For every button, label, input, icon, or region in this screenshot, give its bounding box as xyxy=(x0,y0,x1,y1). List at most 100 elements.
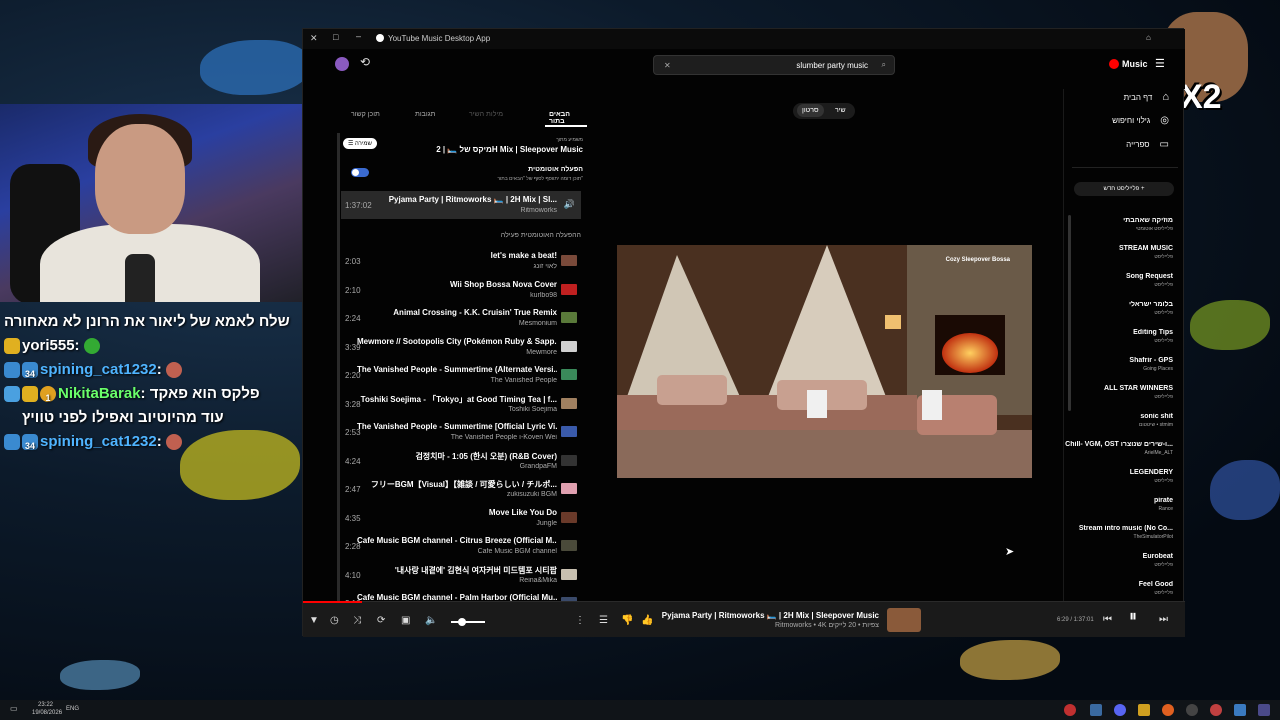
queue-item[interactable]: 2:47 フリーBGM【Visual】【雑談 / 可愛らしい / チルポ... zu… xyxy=(341,475,581,503)
queue-item[interactable]: 2:10 Wii Shop Bossa Nova Cover kurlbo98 xyxy=(341,276,581,304)
user-avatar[interactable] xyxy=(335,57,349,71)
tab-related[interactable]: תוכן קשור xyxy=(351,111,380,118)
pause-button[interactable]: ⏸ xyxy=(1129,609,1137,625)
playlist-subtitle: פלייליסט xyxy=(1154,338,1173,344)
menu-icon[interactable]: ☰ xyxy=(1155,57,1165,70)
chrome-icon[interactable] xyxy=(1210,704,1222,716)
sidebar-item-home[interactable]: דף הבית ⌂ xyxy=(1124,91,1169,103)
playlist-item[interactable]: ALL STAR WINNERS פלייליסט xyxy=(1063,385,1173,400)
queue-item-title: フリーBGM【Visual】【雑談 / 可愛らしい / チルポ... xyxy=(370,480,557,489)
background-fish xyxy=(1210,460,1280,520)
steam-icon[interactable] xyxy=(1090,704,1102,716)
background-fish xyxy=(60,660,140,690)
youtube-music-taskbar-icon[interactable] xyxy=(1064,704,1076,716)
queue-item[interactable]: 3:39 Mewmore // Sootopolis City (Pokémon … xyxy=(341,333,581,361)
webcam-feed xyxy=(0,104,307,302)
tab-up-next[interactable]: הבאים בתור xyxy=(549,111,587,125)
playlist-item[interactable]: Chill- VGM, OST ו-שירים שנוצרו... ArielMe… xyxy=(1063,441,1173,456)
language-indicator[interactable]: ENG xyxy=(66,706,79,712)
minimize-window-icon[interactable]: – xyxy=(356,31,361,41)
previous-track-icon[interactable]: ⏮ xyxy=(1103,614,1112,626)
autoplay-toggle[interactable] xyxy=(351,168,369,177)
playlist-item[interactable]: Stream intro music (No Co... TheSimulator… xyxy=(1063,525,1173,540)
window-title: YouTube Music Desktop App xyxy=(388,34,491,43)
dislike-icon[interactable]: 👎 xyxy=(621,615,633,627)
app-icon[interactable] xyxy=(1234,704,1246,716)
search-bar[interactable]: ✕ slumber party music ⌕ xyxy=(653,55,895,75)
song-toggle-button[interactable]: שיר xyxy=(835,107,846,114)
active-tab-indicator xyxy=(545,125,587,127)
now-playing-thumbnail[interactable] xyxy=(887,608,921,632)
playlist-item[interactable]: Editing Tips פלייליסט xyxy=(1063,329,1173,344)
playlist-title: Chill- VGM, OST ו-שירים שנוצרו... xyxy=(1065,441,1173,448)
video-toggle-button[interactable]: סרטון xyxy=(797,104,824,117)
playlist-item[interactable]: pirate Rance xyxy=(1063,497,1173,512)
queue-item[interactable]: 2:03 let's make a beat! לאוי זונג xyxy=(341,247,581,275)
home-window-icon[interactable]: ⌂ xyxy=(1146,33,1151,42)
search-input[interactable]: slumber party music xyxy=(796,61,868,70)
sidebar-item-explore[interactable]: גילוי וחיפוש ◎ xyxy=(1112,115,1169,126)
playlist-item[interactable]: Feel Good פלייליסט xyxy=(1063,581,1173,596)
queue-item[interactable]: 4:10 '내사랑 내곁에' 김현식 여자커버 미드템포 시티팝 Reina&Mik… xyxy=(341,561,581,589)
queue-scrollbar[interactable] xyxy=(337,133,340,603)
app-icon[interactable] xyxy=(1258,704,1270,716)
discord-icon[interactable] xyxy=(1114,704,1126,716)
volume-icon[interactable]: 🔈 xyxy=(425,615,437,627)
playlist-item[interactable]: Shafrir - GPS Going Places xyxy=(1063,357,1173,372)
queue-item[interactable]: 4:35 Move Like You Do Jungle xyxy=(341,504,581,532)
history-icon[interactable]: ⟲ xyxy=(360,55,370,69)
queue-icon[interactable]: ☰ xyxy=(599,615,608,627)
playlist-item[interactable]: STREAM MUSIC פלייליסט xyxy=(1063,245,1173,260)
tab-lyrics[interactable]: מילות השיר xyxy=(469,111,503,118)
queue-list-icon: ☰ xyxy=(348,141,356,147)
like-icon[interactable]: 👍 xyxy=(641,615,653,627)
queue-item-artist: zukisuzuki BGM xyxy=(506,491,557,498)
queue-item[interactable]: 3:28 Toshiki Soejima - 「Tokyo」at Good Tim… xyxy=(341,390,581,418)
miniplayer-icon[interactable]: ▣ xyxy=(401,615,410,627)
playlist-item[interactable]: מוזיקה שאהבתי פלייליסט אוטומטי xyxy=(1063,217,1173,232)
expand-player-icon[interactable]: ▼ xyxy=(309,615,319,627)
close-window-icon[interactable]: ✕ xyxy=(310,33,318,44)
mouse-cursor: ➤ xyxy=(1005,546,1015,558)
queue-item[interactable]: 2:53 The Vanished People - Summertime [Of… xyxy=(341,418,581,446)
playlist-title: בלומר ישראלי xyxy=(1128,301,1173,308)
more-options-icon[interactable]: ⋮ xyxy=(575,615,585,627)
now-playing-queue-item[interactable]: 1:37:02 Pyjama Party | Ritmoworks 🛏️ | 2… xyxy=(341,191,581,219)
notification-icon[interactable]: ▭ xyxy=(10,704,18,713)
clear-search-icon[interactable]: ✕ xyxy=(664,61,671,70)
queue-item[interactable]: 2:24 Animal Crossing - K.K. Cruisin' True… xyxy=(341,304,581,332)
next-track-icon[interactable]: ⏭ xyxy=(1159,614,1168,626)
queue-item[interactable]: 2:20 The Vanished People - Summertime (Al… xyxy=(341,361,581,389)
playlist-title: Editing Tips xyxy=(1133,329,1173,336)
queue-item-title: 검정치마 - 1:05 (한시 오분) (R&B Cover) xyxy=(415,451,557,461)
library-icon: ▭ xyxy=(1159,139,1169,150)
queue-item-artist: Reina&Mika xyxy=(519,576,557,584)
search-icon[interactable]: ⌕ xyxy=(882,60,886,70)
maximize-window-icon[interactable]: □ xyxy=(333,32,338,42)
volume-slider[interactable] xyxy=(451,618,485,626)
queue-item-thumbnail xyxy=(561,283,577,295)
playlist-item[interactable]: sonic shit שיטטום • stmim xyxy=(1063,413,1173,428)
file-explorer-icon[interactable] xyxy=(1138,704,1150,716)
tab-comments[interactable]: תגובות xyxy=(415,111,435,118)
playlist-item[interactable]: Eurobeat פלייליסט xyxy=(1063,553,1173,568)
taskbar: 19/08/2026 23:22 ▭ ENG xyxy=(0,700,1280,720)
obs-icon[interactable] xyxy=(1186,704,1198,716)
queue-item-title: The Vanished People - Summertime [Offici… xyxy=(357,422,557,431)
playlist-item[interactable]: Song Request פלייליסט xyxy=(1063,273,1173,288)
firefox-icon[interactable] xyxy=(1162,704,1174,716)
queue-item[interactable]: 2:28 Cafe Music BGM channel - Citrus Bree… xyxy=(341,532,581,560)
queue-item[interactable]: 4:24 검정치마 - 1:05 (한시 오분) (R&B Cover) Grand… xyxy=(341,447,581,475)
sleep-timer-icon[interactable]: ◷ xyxy=(330,615,339,627)
repeat-icon[interactable]: ⟳ xyxy=(377,615,385,627)
queue-item-title: '내사랑 내곁에' 김현식 여자커버 미드템포 시티팝 xyxy=(394,565,557,575)
volume-slider-knob[interactable] xyxy=(458,618,466,626)
playlist-item[interactable]: LEGENDERY פלייליסט xyxy=(1063,469,1173,484)
save-button[interactable]: ☰ שמירה xyxy=(343,138,377,149)
new-playlist-button[interactable]: פלייליסט חדש + xyxy=(1074,182,1174,196)
shuffle-icon[interactable]: ⤨ xyxy=(353,615,361,627)
playlist-item[interactable]: בלומר ישראלי פלייליסט xyxy=(1063,301,1173,316)
playback-progress-bar[interactable] xyxy=(303,601,363,603)
sidebar-item-library[interactable]: ספרייה ▭ xyxy=(1126,139,1169,150)
now-playing-title[interactable]: Pyjama Party | Ritmoworks 🛏️ | 2H Mix | … xyxy=(659,611,879,620)
